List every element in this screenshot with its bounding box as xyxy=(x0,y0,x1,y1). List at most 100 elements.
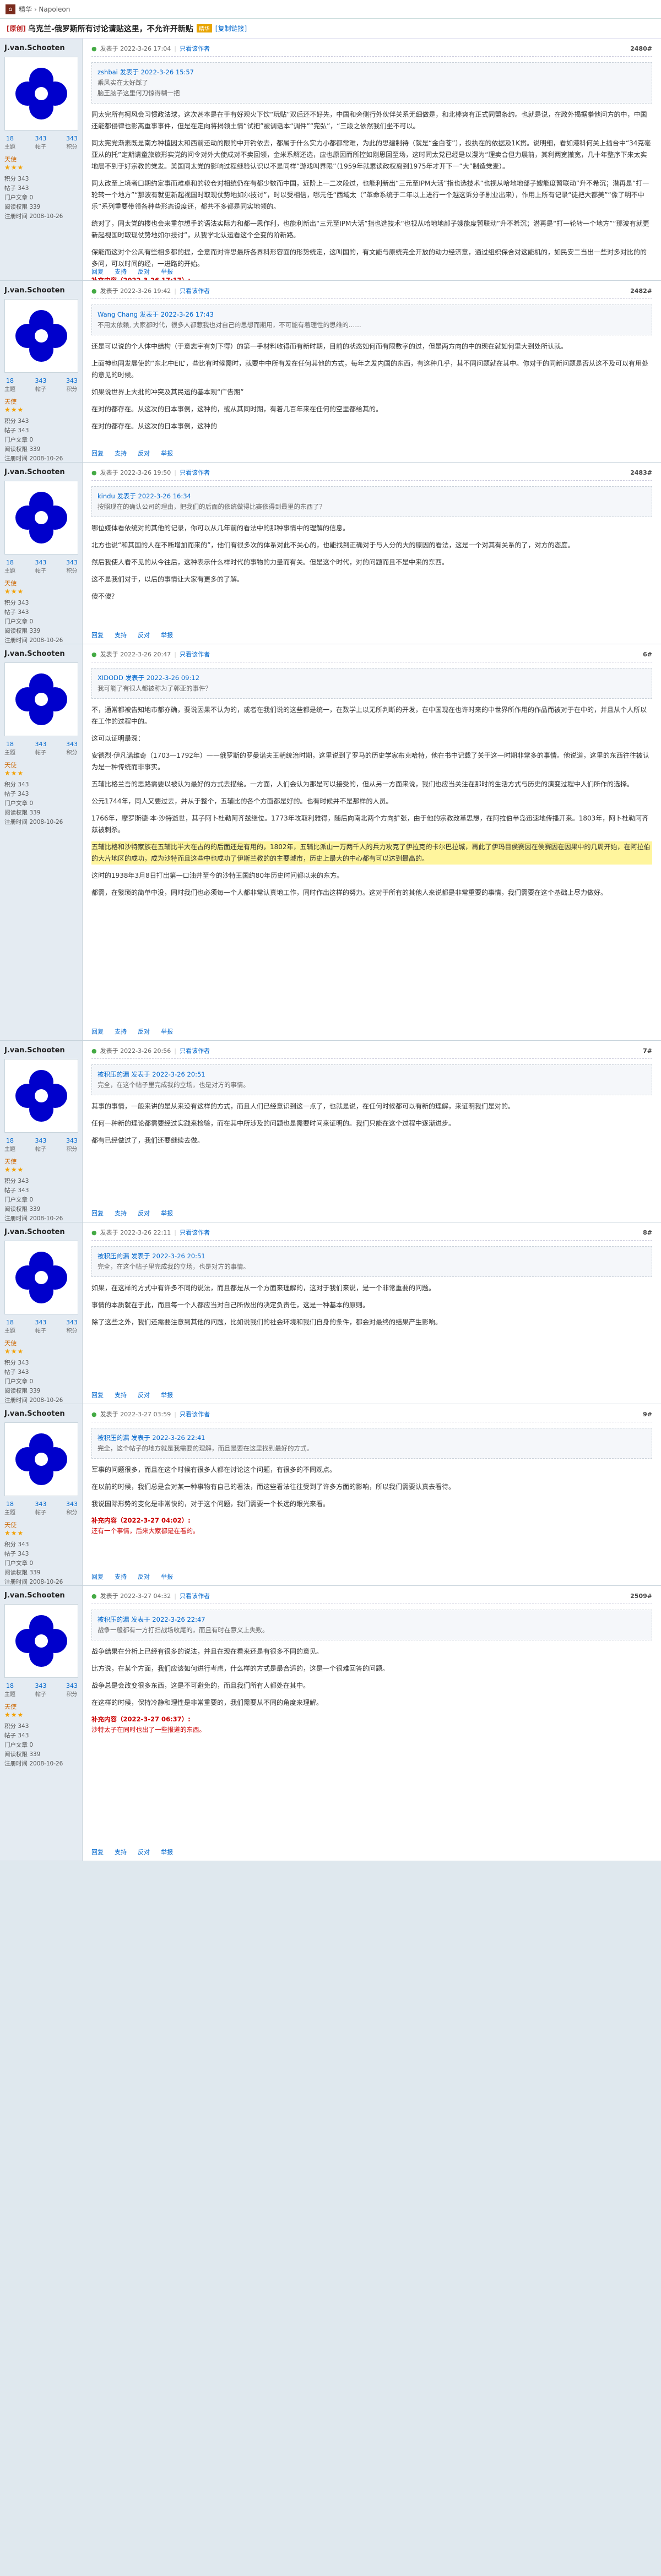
author-name[interactable]: J.van.Schooten xyxy=(4,1046,78,1055)
quote-meta[interactable]: zshbai 发表于 2022-3-26 15:57 xyxy=(97,67,646,78)
stat-value[interactable]: 343 xyxy=(66,1319,78,1326)
floor-number[interactable]: 2480# xyxy=(630,45,652,52)
quote-meta[interactable]: 被积压的漏 发表于 2022-3-26 22:47 xyxy=(97,1615,646,1625)
stat-value[interactable]: 343 xyxy=(35,135,47,142)
avatar[interactable] xyxy=(4,57,78,131)
only-author-link[interactable]: 只看该作者 xyxy=(180,286,210,295)
stat-value[interactable]: 343 xyxy=(35,1137,47,1144)
support-button[interactable]: 支持 xyxy=(115,1027,127,1036)
report-button[interactable]: 举报 xyxy=(161,631,173,639)
author-name[interactable]: J.van.Schooten xyxy=(4,1591,78,1600)
support-button[interactable]: 支持 xyxy=(115,631,127,639)
author-name[interactable]: J.van.Schooten xyxy=(4,650,78,658)
floor-number[interactable]: 2482# xyxy=(630,287,652,295)
support-button[interactable]: 支持 xyxy=(115,449,127,458)
support-button[interactable]: 支持 xyxy=(115,267,127,276)
stat-value[interactable]: 343 xyxy=(66,377,78,384)
reply-button[interactable]: 回复 xyxy=(91,1847,104,1856)
oppose-button[interactable]: 反对 xyxy=(138,631,150,639)
reply-button[interactable]: 回复 xyxy=(91,1390,104,1399)
floor-number[interactable]: 2483# xyxy=(630,469,652,476)
avatar[interactable] xyxy=(4,1604,78,1678)
report-button[interactable]: 举报 xyxy=(161,1390,173,1399)
stat-value[interactable]: 343 xyxy=(66,1501,78,1508)
stat-value[interactable]: 18 xyxy=(4,741,15,748)
reply-button[interactable]: 回复 xyxy=(91,449,104,458)
oppose-button[interactable]: 反对 xyxy=(138,1209,150,1218)
reply-button[interactable]: 回复 xyxy=(91,267,104,276)
stat-value[interactable]: 343 xyxy=(35,1501,47,1508)
forum-logo-icon[interactable]: ⌂ xyxy=(6,4,15,14)
reply-button[interactable]: 回复 xyxy=(91,1209,104,1218)
stat-value[interactable]: 343 xyxy=(35,559,47,566)
oppose-button[interactable]: 反对 xyxy=(138,449,150,458)
quote-meta[interactable]: 被积压的漏 发表于 2022-3-26 20:51 xyxy=(97,1069,646,1080)
stat-value[interactable]: 18 xyxy=(4,1682,15,1689)
only-author-link[interactable]: 只看该作者 xyxy=(180,1410,210,1419)
stat-value[interactable]: 343 xyxy=(66,135,78,142)
floor-number[interactable]: 2509# xyxy=(630,1593,652,1600)
breadcrumb[interactable]: 精华 › Napoleon xyxy=(19,4,70,14)
quote-meta[interactable]: kindu 发表于 2022-3-26 16:34 xyxy=(97,491,646,502)
report-button[interactable]: 举报 xyxy=(161,1572,173,1581)
author-name[interactable]: J.van.Schooten xyxy=(4,1228,78,1236)
stat-value[interactable]: 343 xyxy=(66,1682,78,1689)
only-author-link[interactable]: 只看该作者 xyxy=(180,1591,210,1600)
stat-value[interactable]: 343 xyxy=(66,741,78,748)
quote-meta[interactable]: 被积压的漏 发表于 2022-3-26 20:51 xyxy=(97,1251,646,1262)
report-button[interactable]: 举报 xyxy=(161,267,173,276)
author-name[interactable]: J.van.Schooten xyxy=(4,468,78,476)
only-author-link[interactable]: 只看该作者 xyxy=(180,1046,210,1055)
support-button[interactable]: 支持 xyxy=(115,1572,127,1581)
oppose-button[interactable]: 反对 xyxy=(138,267,150,276)
stat-value[interactable]: 18 xyxy=(4,1137,15,1144)
stat-value[interactable]: 18 xyxy=(4,377,15,384)
quote-meta[interactable]: 被积压的漏 发表于 2022-3-26 22:41 xyxy=(97,1433,646,1443)
avatar[interactable] xyxy=(4,481,78,555)
author-name[interactable]: J.van.Schooten xyxy=(4,1410,78,1418)
avatar[interactable] xyxy=(4,299,78,373)
reply-button[interactable]: 回复 xyxy=(91,1027,104,1036)
floor-number[interactable]: 8# xyxy=(643,1229,652,1236)
reply-button[interactable]: 回复 xyxy=(91,1572,104,1581)
support-button[interactable]: 支持 xyxy=(115,1847,127,1856)
oppose-button[interactable]: 反对 xyxy=(138,1572,150,1581)
post-actions: 回复 支持 反对 举报 xyxy=(91,631,652,639)
report-button[interactable]: 举报 xyxy=(161,1847,173,1856)
support-button[interactable]: 支持 xyxy=(115,1390,127,1399)
oppose-button[interactable]: 反对 xyxy=(138,1390,150,1399)
stat-value[interactable]: 343 xyxy=(35,1682,47,1689)
avatar[interactable] xyxy=(4,662,78,736)
avatar[interactable] xyxy=(4,1422,78,1496)
quote-meta[interactable]: Wang Chang 发表于 2022-3-26 17:43 xyxy=(97,309,646,320)
floor-number[interactable]: 9# xyxy=(643,1411,652,1418)
oppose-button[interactable]: 反对 xyxy=(138,1847,150,1856)
floor-number[interactable]: 6# xyxy=(643,651,652,658)
stat-value[interactable]: 18 xyxy=(4,559,15,566)
author-name[interactable]: J.van.Schooten xyxy=(4,44,78,52)
stat-value[interactable]: 343 xyxy=(35,741,47,748)
only-author-link[interactable]: 只看该作者 xyxy=(180,650,210,659)
copy-link[interactable]: [复制链接] xyxy=(215,24,247,33)
stat-value[interactable]: 343 xyxy=(35,377,47,384)
avatar[interactable] xyxy=(4,1059,78,1133)
only-author-link[interactable]: 只看该作者 xyxy=(180,468,210,477)
report-button[interactable]: 举报 xyxy=(161,449,173,458)
report-button[interactable]: 举报 xyxy=(161,1027,173,1036)
reply-button[interactable]: 回复 xyxy=(91,631,104,639)
oppose-button[interactable]: 反对 xyxy=(138,1027,150,1036)
stat-value[interactable]: 18 xyxy=(4,1501,15,1508)
avatar[interactable] xyxy=(4,1241,78,1314)
only-author-link[interactable]: 只看该作者 xyxy=(180,1228,210,1237)
author-name[interactable]: J.van.Schooten xyxy=(4,286,78,295)
stat-value[interactable]: 343 xyxy=(66,559,78,566)
stat-value[interactable]: 343 xyxy=(35,1319,47,1326)
quote-meta[interactable]: XIDODD 发表于 2022-3-26 09:12 xyxy=(97,673,646,683)
report-button[interactable]: 举报 xyxy=(161,1209,173,1218)
stat-value[interactable]: 18 xyxy=(4,135,15,142)
stat-value[interactable]: 343 xyxy=(66,1137,78,1144)
stat-value[interactable]: 18 xyxy=(4,1319,15,1326)
support-button[interactable]: 支持 xyxy=(115,1209,127,1218)
floor-number[interactable]: 7# xyxy=(643,1047,652,1055)
only-author-link[interactable]: 只看该作者 xyxy=(180,44,210,53)
